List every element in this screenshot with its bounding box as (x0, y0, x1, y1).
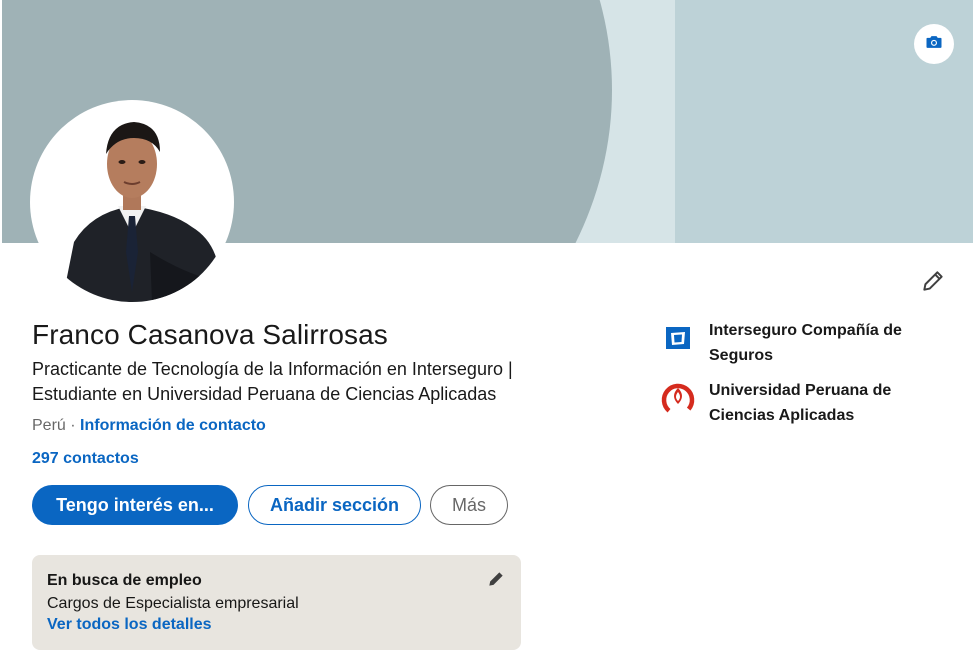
education-school[interactable]: Universidad Peruana de Ciencias Aplicada… (660, 378, 960, 428)
location-line: Perú · Información de contacto (32, 417, 266, 435)
open-to-work-roles: Cargos de Especialista empresarial (47, 595, 299, 612)
profile-organizations: Interseguro Compañía de Seguros Universi… (660, 318, 960, 438)
profile-headline: Practicante de Tecnología de la Informac… (32, 359, 513, 404)
open-to-work-title: En busca de empleo (47, 572, 202, 589)
camera-icon (924, 32, 944, 57)
add-section-button[interactable]: Añadir sección (248, 485, 421, 525)
location-text: Perú (32, 417, 66, 434)
connections-link[interactable]: 297 contactos (32, 450, 139, 467)
current-company[interactable]: Interseguro Compañía de Seguros (660, 318, 960, 368)
profile-photo[interactable] (32, 102, 232, 302)
pencil-icon (486, 569, 506, 594)
profile-photo-image (32, 102, 232, 302)
edit-intro-button[interactable] (916, 266, 950, 300)
current-company-name: Interseguro Compañía de Seguros (709, 322, 902, 364)
edit-banner-button[interactable] (914, 24, 954, 64)
interseguro-logo (660, 320, 696, 356)
location-separator: · (65, 417, 81, 434)
profile-card: Franco Casanova Salirrosas Practicante d… (2, 0, 973, 670)
upc-logo (660, 380, 696, 416)
education-school-name: Universidad Peruana de Ciencias Aplicada… (709, 382, 892, 424)
profile-name: Franco Casanova Salirrosas (32, 319, 388, 350)
open-to-work-details-wrapper: Ver todos los detalles (47, 616, 212, 634)
open-to-work-card: En busca de empleo Cargos de Especialist… (32, 555, 521, 650)
edit-open-to-work-button[interactable] (484, 569, 508, 593)
contact-info-link[interactable]: Información de contacto (80, 417, 266, 434)
pencil-icon (920, 268, 946, 299)
more-button[interactable]: Más (430, 485, 508, 525)
open-to-button[interactable]: Tengo interés en... (32, 485, 238, 525)
connections-count[interactable]: 297 contactos (32, 450, 139, 468)
see-all-details-link[interactable]: Ver todos los detalles (47, 616, 212, 633)
